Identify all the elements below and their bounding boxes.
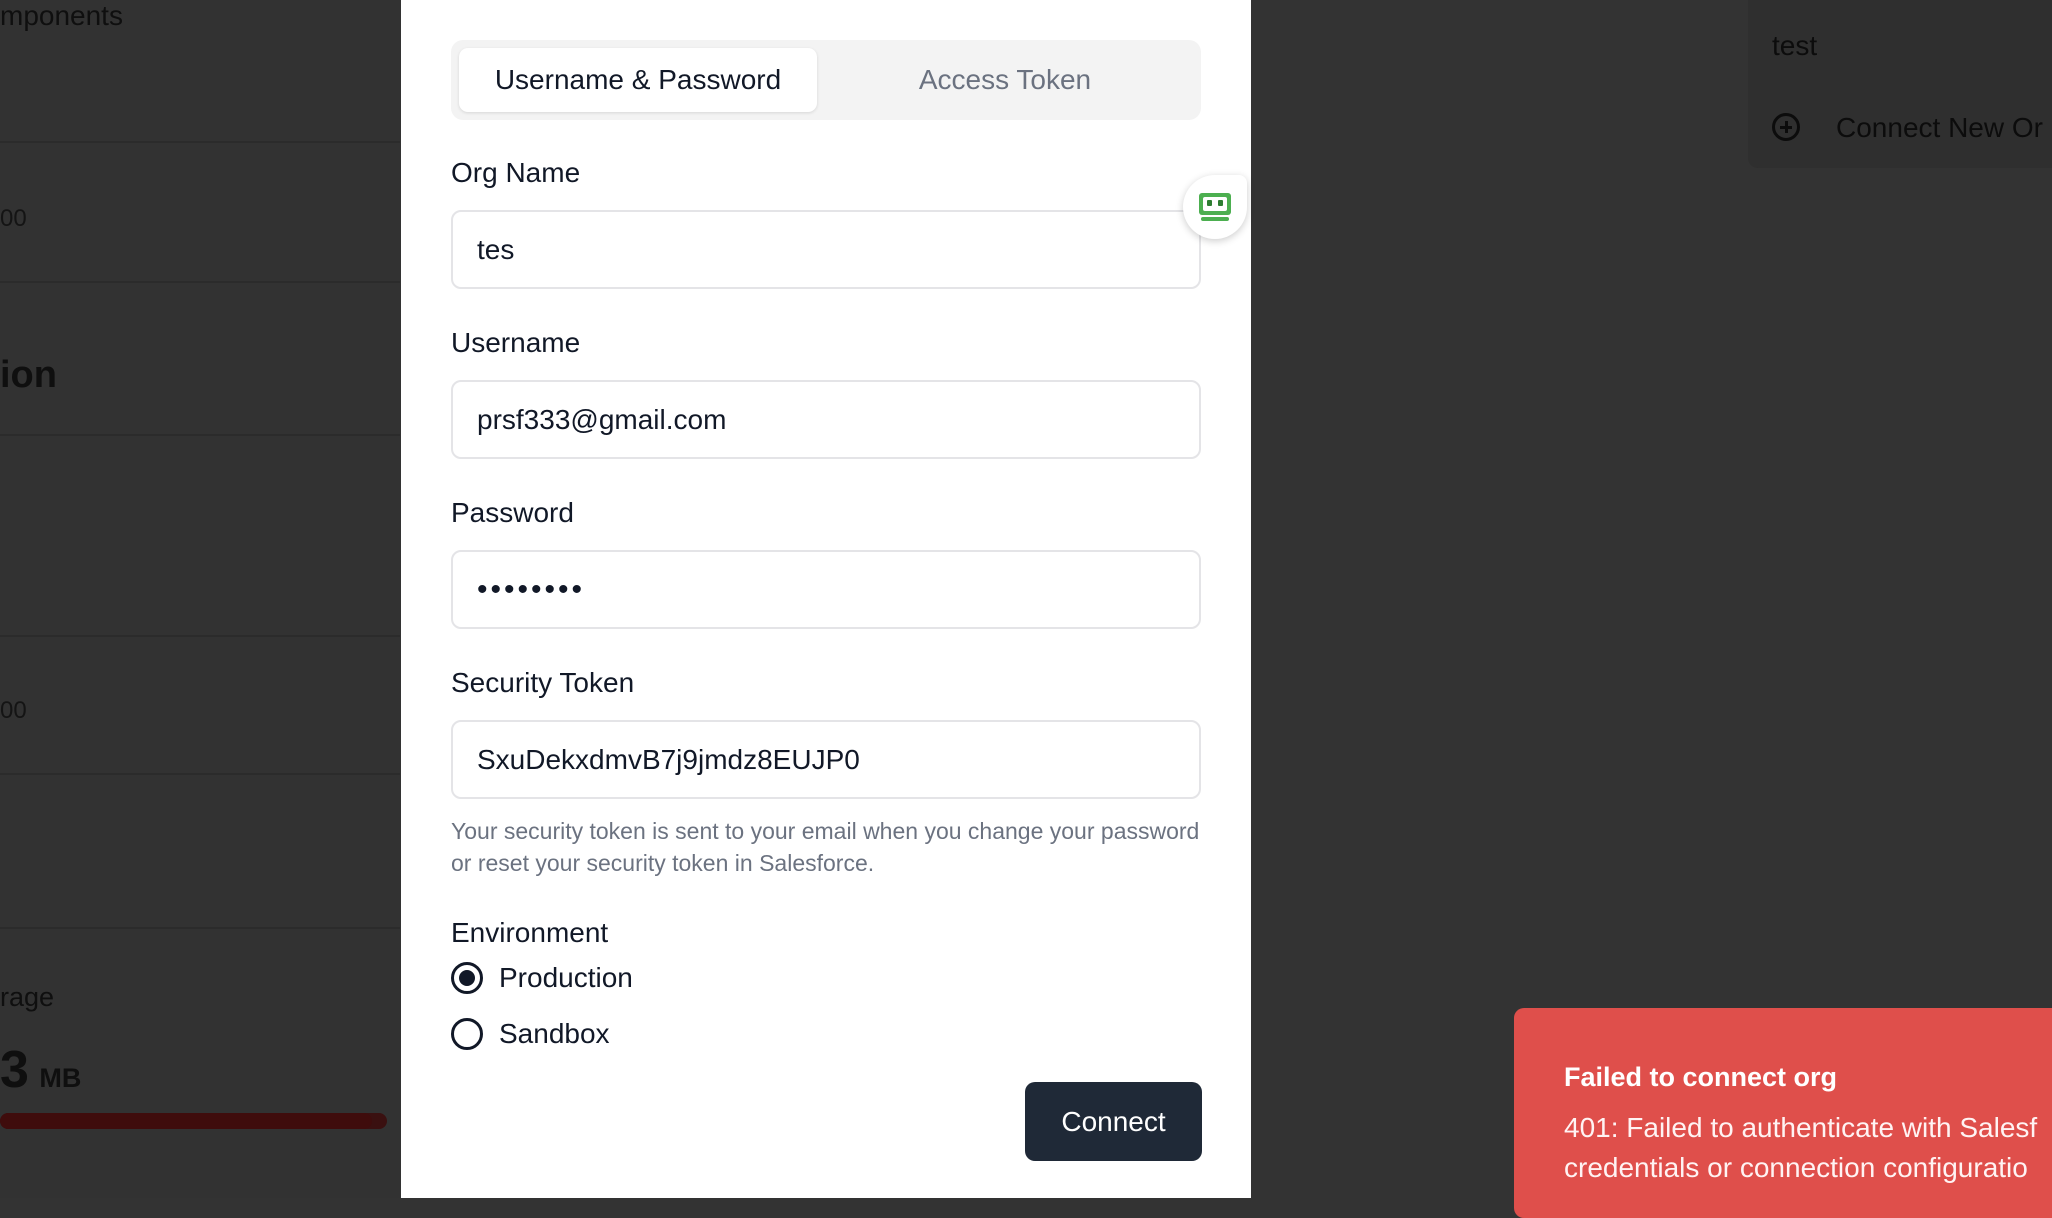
storage-unit: MB — [39, 1063, 82, 1093]
divider — [0, 773, 400, 775]
robot-icon — [1199, 193, 1231, 221]
toast-title: Failed to connect org — [1564, 1062, 1838, 1092]
environment-label: Environment — [451, 917, 609, 948]
components-label: mponents — [0, 0, 123, 31]
radio-sandbox[interactable] — [451, 1018, 483, 1050]
security-token-label: Security Token — [451, 667, 635, 698]
connect-org-modal: Username & Password Access Token Org Nam… — [401, 0, 1251, 1198]
environment-sandbox-option[interactable]: Sandbox — [451, 1018, 610, 1050]
metric-value: 00 — [0, 205, 27, 232]
plus-circle-icon — [1772, 113, 1800, 141]
divider — [0, 281, 400, 283]
toast-message: 401: Failed to authenticate with Salesf … — [1564, 1112, 2038, 1183]
org-name-label: Org Name — [451, 157, 581, 188]
divider — [0, 141, 400, 143]
radio-label-production: Production — [499, 962, 633, 993]
metric-value: 00 — [0, 697, 27, 724]
radio-label-sandbox: Sandbox — [499, 1018, 610, 1049]
org-item-test[interactable]: test — [1772, 30, 1817, 62]
connect-new-org-item[interactable]: Connect New Or — [1836, 112, 2043, 144]
username-label: Username — [451, 327, 581, 358]
extension-badge[interactable] — [1183, 175, 1247, 239]
connect-button[interactable]: Connect — [1025, 1082, 1202, 1161]
password-label: Password — [451, 497, 574, 528]
auth-method-tabs: Username & Password Access Token — [451, 40, 1201, 120]
org-name-input[interactable]: tes — [451, 210, 1201, 289]
username-input[interactable]: prsf333@gmail.com — [451, 380, 1201, 459]
section-heading: ion — [0, 354, 57, 396]
storage-label: rage — [0, 982, 55, 1012]
divider — [0, 434, 400, 436]
error-toast: Failed to connect org 401: Failed to aut… — [1514, 1008, 2052, 1218]
password-input[interactable]: •••••••• — [451, 550, 1201, 629]
tab-username-password[interactable]: Username & Password — [459, 48, 817, 112]
divider — [0, 635, 400, 637]
background-page: mponents 00 ion 00 rage 3 MB — [0, 0, 400, 1198]
storage-progress-fill — [0, 1113, 372, 1129]
storage-progress-bar — [0, 1113, 387, 1129]
security-token-hint: Your security token is sent to your emai… — [451, 818, 1200, 876]
org-dropdown-menu: test Connect New Or — [1748, 0, 2052, 168]
storage-number: 3 — [0, 1041, 29, 1099]
divider — [0, 927, 400, 929]
environment-production-option[interactable]: Production — [451, 962, 633, 994]
security-token-input[interactable]: SxuDekxdmvB7j9jmdz8EUJP0 — [451, 720, 1201, 799]
tab-access-token[interactable]: Access Token — [817, 48, 1193, 112]
storage-value: 3 MB — [0, 1040, 81, 1100]
radio-production[interactable] — [451, 962, 483, 994]
